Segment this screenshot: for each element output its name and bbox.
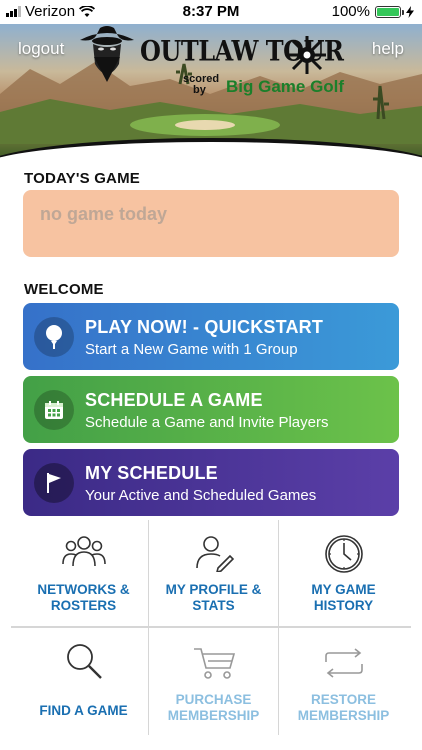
schedule-game-subtitle: Schedule a Game and Invite Players [85,414,329,431]
welcome-heading: WELCOME [24,281,104,298]
header-banner: OUTLAW TOUR scored by Big Game Golf logo… [0,24,422,160]
people-group-icon [17,534,150,568]
networks-rosters-line2: ROSTERS [50,598,117,613]
networks-rosters-button[interactable]: NETWORKS & ROSTERS [17,520,150,625]
battery-fill [377,7,399,16]
networks-rosters-label: NETWORKS & ROSTERS [17,582,150,614]
todays-game-card[interactable]: no game today [23,190,399,257]
purchase-membership-line1: PURCHASE [175,692,252,707]
my-schedule-subtitle: Your Active and Scheduled Games [85,487,317,504]
brand-name: Big Game Golf [226,77,345,96]
grid-divider [11,626,411,628]
sun-clubs-logo-icon [288,36,326,74]
game-history-line2: HISTORY [313,598,374,613]
find-game-line1: FIND A GAME [39,703,128,718]
menu-grid: NETWORKS & ROSTERS MY PROFILE & STATS MY… [11,520,411,750]
profile-edit-icon [147,534,280,572]
by-text: by [193,84,206,96]
purchase-membership-label: PURCHASE MEMBERSHIP [147,692,280,724]
status-right: 100% [332,3,414,20]
restore-arrows-icon [277,648,410,678]
logout-link[interactable]: logout [18,39,64,59]
schedule-game-title: SCHEDULE A GAME [85,390,263,410]
flag-icon [34,463,74,503]
restore-membership-line2: MEMBERSHIP [297,708,390,723]
find-game-button[interactable]: FIND A GAME [17,630,150,735]
golf-ball-tee-icon [34,317,74,357]
networks-rosters-line1: NETWORKS & [37,582,130,597]
calendar-icon [34,390,74,430]
help-link[interactable]: help [372,39,404,59]
restore-membership-button[interactable]: RESTORE MEMBERSHIP [277,630,410,735]
clock-icon [277,534,410,574]
play-now-subtitle: Start a New Game with 1 Group [85,341,298,358]
todays-game-heading: TODAY'S GAME [24,170,140,187]
play-now-button[interactable]: PLAY NOW! - QUICKSTART Start a New Game … [23,303,399,370]
profile-stats-label: MY PROFILE & STATS [147,582,280,614]
sand-bunker-graphic [175,120,235,130]
profile-stats-button[interactable]: MY PROFILE & STATS [147,520,280,625]
game-history-label: MY GAME HISTORY [277,582,410,614]
status-bar: Verizon 8:37 PM 100% [0,0,422,24]
purchase-membership-button[interactable]: PURCHASE MEMBERSHIP [147,630,280,735]
find-game-label: FIND A GAME [17,703,150,719]
no-game-text: no game today [40,204,168,224]
magnifier-icon [17,642,150,680]
battery-percent: 100% [331,3,370,20]
profile-stats-line2: STATS [192,598,235,613]
schedule-game-button[interactable]: SCHEDULE A GAME Schedule a Game and Invi… [23,376,399,443]
cart-icon [147,646,280,680]
my-schedule-button[interactable]: MY SCHEDULE Your Active and Scheduled Ga… [23,449,399,516]
battery-icon [375,5,404,18]
restore-membership-label: RESTORE MEMBERSHIP [277,692,410,724]
charging-bolt-icon [406,5,414,18]
outlaw-bandit-logo-icon [80,26,134,82]
restore-membership-line1: RESTORE [310,692,376,707]
purchase-membership-line2: MEMBERSHIP [167,708,260,723]
play-now-title: PLAY NOW! - QUICKSTART [85,317,324,337]
my-schedule-title: MY SCHEDULE [85,463,218,483]
game-history-line1: MY GAME [311,582,376,597]
scored-by-label: scored by [183,74,219,96]
profile-stats-line1: MY PROFILE & [165,582,262,597]
game-history-button[interactable]: MY GAME HISTORY [277,520,410,625]
